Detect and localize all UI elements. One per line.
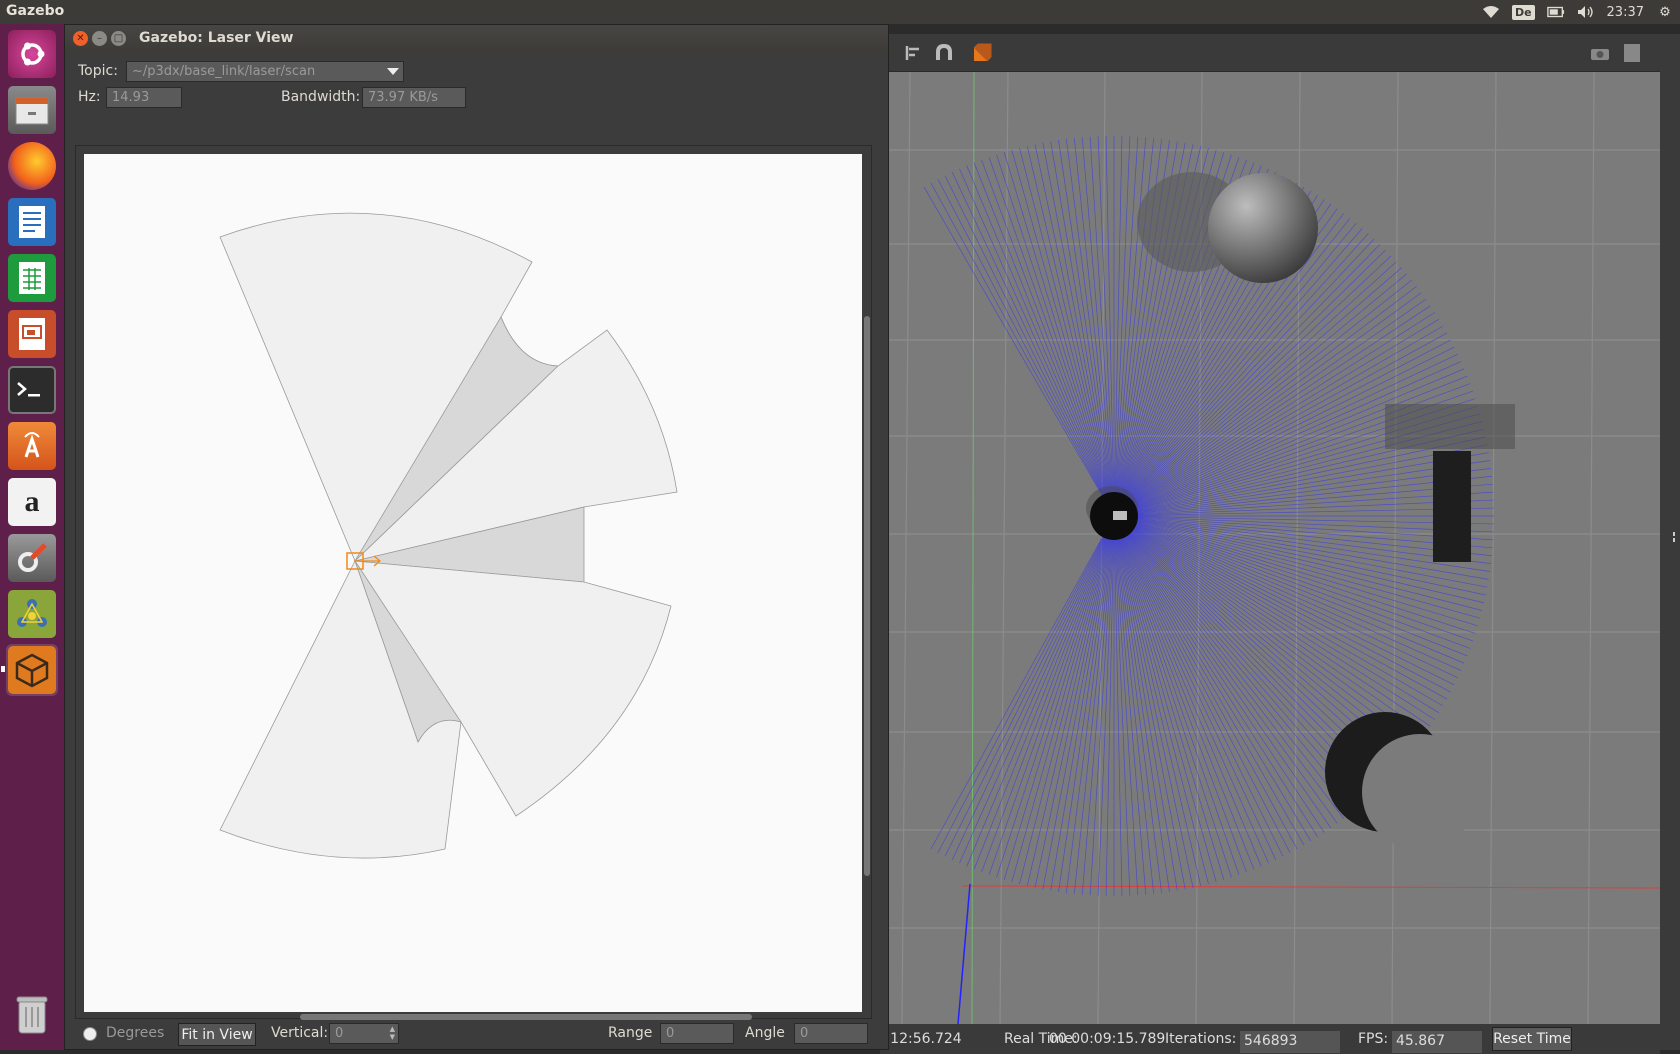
gazebo-toolbar	[880, 34, 1660, 72]
degrees-radio[interactable]	[83, 1027, 97, 1041]
top-panel: Gazebo De 23:37 ⚙	[0, 0, 1680, 24]
fps-label: FPS:	[1358, 1031, 1389, 1047]
laser-view-body: Topic: ~/p3dx/base_link/laser/scan Hz: 1…	[65, 53, 888, 1049]
bandwidth-field: 73.97 KB/s	[362, 87, 466, 108]
bandwidth-label: Bandwidth:	[281, 89, 361, 105]
vertical-scrollbar[interactable]	[864, 316, 870, 876]
cylinder-top	[1362, 734, 1478, 850]
sphere-obstacle	[1208, 173, 1318, 283]
chevron-down-icon	[387, 68, 399, 75]
gear-icon[interactable]: ⚙	[1656, 4, 1674, 20]
launcher-trash[interactable]	[6, 988, 58, 1040]
angle-label: Angle	[745, 1025, 785, 1041]
scene-render	[880, 72, 1660, 1024]
gazebo-cube-icon	[15, 653, 49, 688]
close-icon[interactable]: ✕	[73, 31, 88, 46]
clock[interactable]: 23:37	[1607, 5, 1644, 20]
wifi-icon[interactable]	[1482, 4, 1500, 20]
launcher-system-settings[interactable]	[6, 532, 58, 584]
screenshot-camera-icon[interactable]	[1588, 42, 1612, 64]
keyboard-layout-indicator[interactable]: De	[1511, 4, 1535, 20]
real-time-value: 00 00:09:15.789	[1049, 1031, 1166, 1047]
spreadsheet-icon	[19, 262, 45, 294]
battery-icon[interactable]	[1546, 4, 1565, 20]
launcher-writer[interactable]	[6, 196, 58, 248]
launcher-amazon[interactable]: a	[6, 476, 58, 528]
laser-window-titlebar[interactable]: ✕ – □ Gazebo: Laser View	[65, 25, 888, 53]
laser-plot-canvas[interactable]	[84, 154, 862, 1012]
laser-view-window: ✕ – □ Gazebo: Laser View Topic: ~/p3dx/b…	[64, 24, 889, 1050]
spin-arrows-icon[interactable]: ▲ ▼	[390, 1025, 395, 1041]
vertical-label: Vertical:	[271, 1025, 329, 1041]
hz-field: 14.93	[106, 87, 182, 108]
box-shadow	[1385, 404, 1515, 449]
laser-scan-plot	[219, 212, 678, 859]
z-axis-line	[957, 883, 971, 1024]
maximize-icon[interactable]: □	[111, 31, 126, 46]
robot-laser-sensor	[1113, 511, 1127, 520]
align-icon[interactable]	[902, 42, 926, 64]
launcher-firefox[interactable]	[6, 140, 58, 192]
launcher-impress[interactable]	[6, 308, 58, 360]
fit-in-view-button[interactable]: Fit in View	[178, 1023, 256, 1046]
iterations-label: Iterations:	[1165, 1031, 1237, 1047]
sim-time-value: ):12:56.724	[880, 1031, 962, 1047]
ros-nodes-icon	[17, 599, 47, 627]
launcher-calc[interactable]	[6, 252, 58, 304]
system-tray: De 23:37 ⚙	[1482, 0, 1674, 24]
launcher-ros[interactable]	[6, 588, 58, 640]
laser-plot-frame	[75, 145, 872, 1020]
wrench-gear-icon	[18, 543, 47, 572]
topic-select[interactable]: ~/p3dx/base_link/laser/scan	[126, 61, 404, 82]
drag-handle-icon	[1673, 532, 1675, 542]
right-side-panel-handle[interactable]	[1660, 34, 1680, 1050]
launcher: a	[0, 24, 64, 1050]
minimize-icon[interactable]: –	[92, 31, 107, 46]
launcher-terminal[interactable]	[6, 364, 58, 416]
launcher-ubuntu-dash[interactable]	[6, 28, 58, 80]
laser-scan-regions	[219, 212, 678, 859]
insert-shape-cube-icon[interactable]	[970, 42, 994, 64]
log-record-icon[interactable]	[1620, 42, 1644, 64]
launcher-files[interactable]	[6, 84, 58, 136]
amazon-logo-icon: a	[24, 485, 40, 518]
vertical-spinbox[interactable]: 0 ▲ ▼	[329, 1023, 399, 1044]
files-cabinet-icon	[15, 97, 49, 125]
terminal-prompt-icon	[17, 382, 40, 397]
volume-icon[interactable]	[1577, 4, 1595, 20]
launcher-gazebo[interactable]	[6, 644, 58, 696]
degrees-label: Degrees	[106, 1025, 165, 1041]
range-label: Range	[608, 1025, 653, 1041]
window-title: Gazebo: Laser View	[139, 30, 294, 46]
ubuntu-logo-icon	[21, 42, 45, 66]
box-obstacle	[1433, 451, 1471, 562]
launcher-active-indicator	[1, 666, 5, 672]
vertical-value: 0	[335, 1026, 344, 1041]
shopping-bag-icon	[24, 432, 40, 458]
topic-label: Topic:	[78, 63, 118, 79]
trash-icon	[16, 996, 48, 1034]
snap-magnet-icon[interactable]	[932, 42, 956, 64]
gazebo-3d-scene[interactable]	[880, 72, 1660, 1024]
laser-controls-row: Degrees Fit in View Vertical: 0 ▲ ▼ Range…	[65, 1019, 888, 1049]
range-field: 0	[660, 1023, 734, 1044]
angle-field: 0	[794, 1023, 868, 1044]
hz-label: Hz:	[78, 89, 101, 105]
launcher-software-center[interactable]	[6, 420, 58, 472]
reset-time-button[interactable]: Reset Time	[1492, 1027, 1572, 1051]
topic-select-value: ~/p3dx/base_link/laser/scan	[132, 64, 316, 79]
gazebo-main-window: ):12:56.724 Real Time: 00 00:09:15.789 I…	[880, 34, 1680, 1054]
document-icon	[19, 206, 45, 238]
presentation-icon	[19, 318, 45, 350]
active-app-name: Gazebo	[6, 3, 65, 19]
